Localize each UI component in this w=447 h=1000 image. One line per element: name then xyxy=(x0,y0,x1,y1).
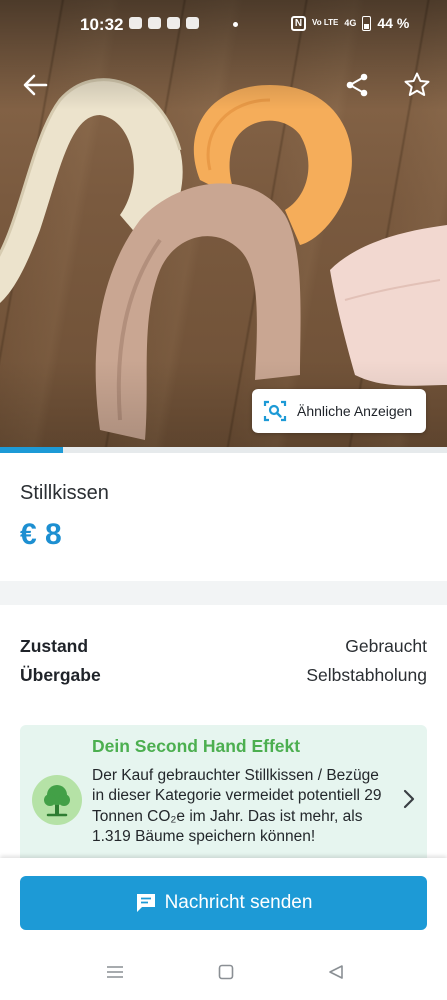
message-icon xyxy=(136,894,155,912)
gallery-progress-fill xyxy=(0,447,63,453)
detail-value: Gebraucht xyxy=(345,636,427,656)
status-time: 10:32 xyxy=(80,15,124,34)
notification-icon xyxy=(129,17,142,29)
section-divider xyxy=(0,581,447,605)
notification-icon xyxy=(167,17,180,29)
detail-row-handover: Übergabe Selbstabholung xyxy=(20,665,427,686)
notification-icons xyxy=(129,17,199,29)
detail-value: Selbstabholung xyxy=(306,665,427,685)
listing-price: € 8 xyxy=(20,518,62,551)
home-button[interactable] xyxy=(216,962,236,982)
send-message-button[interactable]: Nachricht senden xyxy=(20,876,427,930)
gallery-progress xyxy=(0,447,447,453)
second-hand-heading: Dein Second Hand Effekt xyxy=(92,736,301,756)
send-message-label: Nachricht senden xyxy=(164,892,313,913)
tree-icon xyxy=(32,775,82,825)
battery-icon xyxy=(362,15,372,31)
detail-key: Übergabe xyxy=(20,665,101,685)
status-dot xyxy=(233,22,238,27)
back-button[interactable] xyxy=(16,66,54,104)
notification-icon xyxy=(186,17,199,29)
arrow-left-icon xyxy=(23,74,48,96)
similar-ads-button[interactable]: Ähnliche Anzeigen xyxy=(252,389,426,433)
notification-icon xyxy=(148,17,161,29)
share-icon xyxy=(346,73,368,97)
listing-title: Stillkissen xyxy=(20,482,109,504)
image-search-icon xyxy=(263,400,287,422)
favorite-button[interactable] xyxy=(398,66,436,104)
back-nav-button[interactable] xyxy=(326,962,346,982)
home-square-icon xyxy=(218,964,234,980)
detail-key: Zustand xyxy=(20,636,89,656)
second-hand-body: Der Kauf gebrauchter Stillkissen / Bezüg… xyxy=(92,767,382,846)
similar-ads-label: Ähnliche Anzeigen xyxy=(297,403,413,419)
volte-label: Vo LTE xyxy=(312,18,339,27)
bottom-action-bar: Nachricht senden xyxy=(0,858,447,944)
network-label: 4G xyxy=(344,18,357,28)
battery-percent: 44 % xyxy=(377,15,410,31)
menu-icon xyxy=(107,966,123,978)
chevron-right-icon xyxy=(403,789,415,809)
star-outline-icon xyxy=(404,72,430,96)
photo-shade xyxy=(0,0,447,447)
back-triangle-icon xyxy=(329,965,343,979)
system-icons: N Vo LTE 4G 44 % xyxy=(291,15,409,31)
status-bar: 10:32 N Vo LTE 4G 44 % xyxy=(0,0,447,52)
recent-apps-button[interactable] xyxy=(105,962,125,982)
nfc-icon: N xyxy=(291,15,306,31)
share-button[interactable] xyxy=(338,66,376,104)
detail-row-condition: Zustand Gebraucht xyxy=(20,636,427,657)
system-nav-bar xyxy=(0,944,447,1000)
listing-photo[interactable] xyxy=(0,0,447,447)
